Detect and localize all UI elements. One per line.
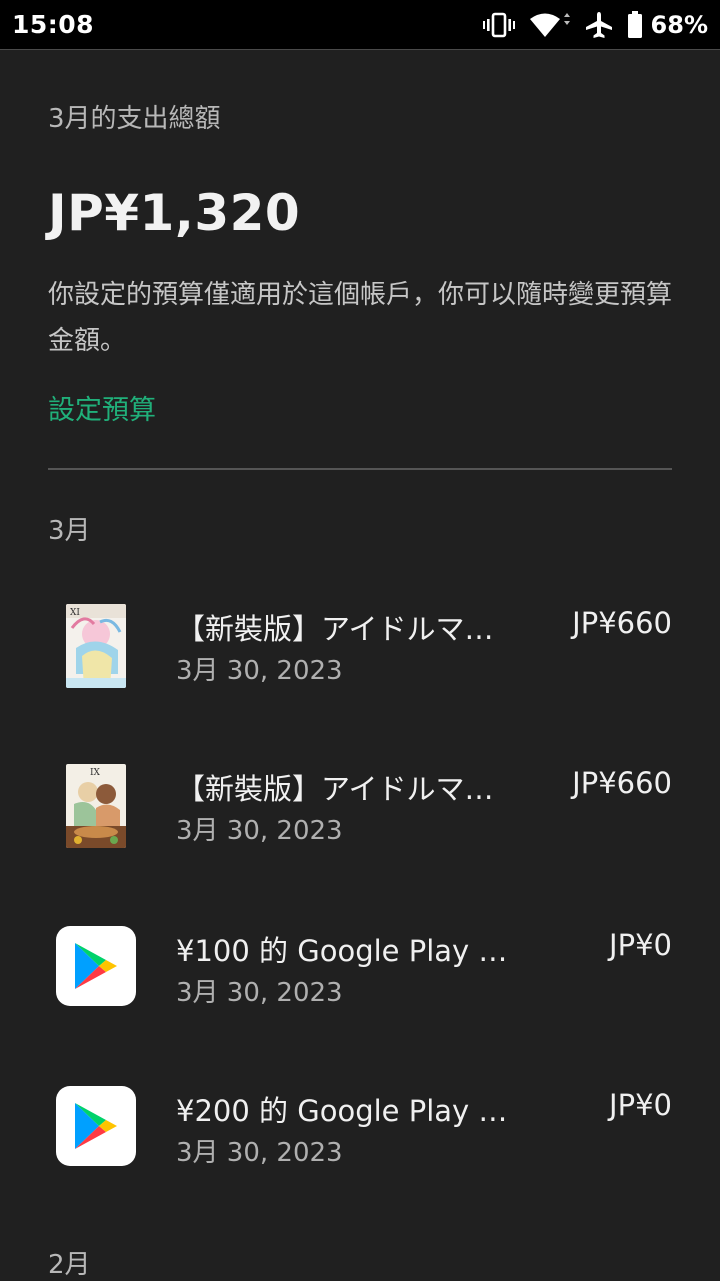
item-price: JP¥0	[609, 928, 672, 962]
spending-screen: 3月的支出總額 JP¥1,320 你設定的預算僅適用於這個帳戶，你可以隨時變更預…	[0, 50, 720, 1280]
battery-percentage: 68%	[650, 11, 708, 39]
svg-text:XI: XI	[70, 608, 80, 618]
wifi-icon	[529, 11, 571, 39]
spending-heading: 3月的支出總額	[48, 104, 221, 134]
set-budget-link[interactable]: 設定預算	[48, 388, 156, 427]
status-bar: 15:08 68%	[0, 0, 720, 50]
month-header-february: 2月	[48, 1250, 91, 1280]
item-title: 【新裝版】アイドルマ…	[176, 772, 494, 806]
item-price: JP¥660	[572, 606, 672, 640]
item-title: 【新裝版】アイドルマ…	[176, 612, 494, 646]
airplane-icon	[585, 11, 613, 39]
item-title: ¥200 的 Google Play 抵…	[176, 1094, 536, 1128]
purchase-item[interactable]: XI 【新裝版】アイドルマ… 3月 30, 2023 JP¥660	[0, 604, 720, 724]
purchase-item[interactable]: ¥100 的 Google Play 抵… 3月 30, 2023 JP¥0	[0, 926, 720, 1046]
item-title: ¥100 的 Google Play 抵…	[176, 934, 536, 968]
book-cover-icon: XI	[66, 604, 126, 688]
item-price: JP¥0	[609, 1088, 672, 1122]
google-play-icon	[56, 1086, 136, 1166]
month-header-march: 3月	[48, 516, 91, 546]
book-cover-icon: IX	[66, 764, 126, 848]
vibrate-icon	[482, 12, 515, 38]
battery-icon	[627, 11, 643, 39]
total-amount: JP¥1,320	[48, 184, 301, 242]
divider	[48, 468, 672, 470]
item-date: 3月 30, 2023	[176, 816, 343, 846]
google-play-icon	[56, 926, 136, 1006]
item-date: 3月 30, 2023	[176, 656, 343, 686]
purchase-item[interactable]: IX 【新裝版】アイドルマ… 3月 30, 2023 JP¥660	[0, 764, 720, 884]
status-icons: 68%	[482, 8, 708, 42]
svg-text:IX: IX	[90, 768, 101, 778]
item-price: JP¥660	[572, 766, 672, 800]
budget-description: 你設定的預算僅適用於這個帳戶，你可以隨時變更預算金額。	[48, 280, 673, 356]
status-time: 15:08	[12, 10, 95, 39]
item-date: 3月 30, 2023	[176, 1138, 343, 1168]
item-date: 3月 30, 2023	[176, 978, 343, 1008]
purchase-item[interactable]: ¥200 的 Google Play 抵… 3月 30, 2023 JP¥0	[0, 1086, 720, 1206]
